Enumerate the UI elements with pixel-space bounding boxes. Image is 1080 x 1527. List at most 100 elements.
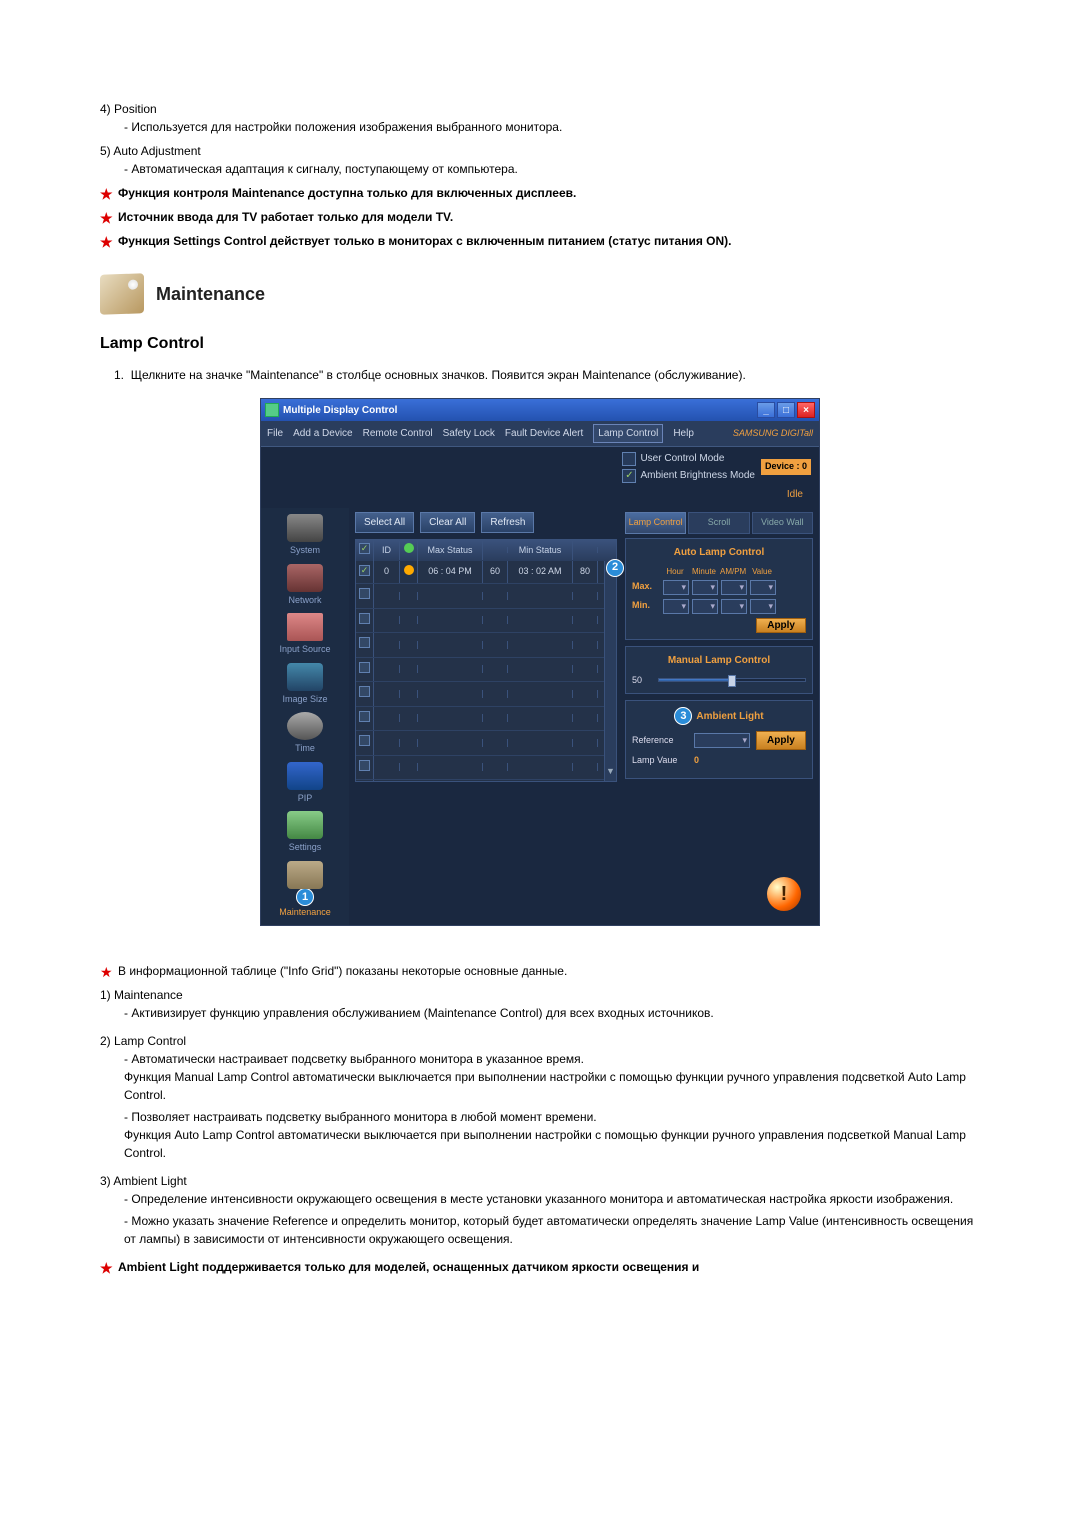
- ambient-apply-button[interactable]: Apply: [756, 731, 806, 750]
- item-sub: - Автоматическая адаптация к сигналу, по…: [100, 160, 980, 178]
- auto-lamp-apply-button[interactable]: Apply: [756, 618, 806, 633]
- item-number: 3): [100, 1174, 111, 1188]
- menu-add-device[interactable]: Add a Device: [293, 426, 352, 441]
- intro-list: 4) Position - Используется для настройки…: [100, 100, 980, 178]
- info-grid: ID Max Status Min Status 0 06 : 04 PM 60…: [355, 539, 617, 782]
- tab-lamp-control[interactable]: Lamp Control: [625, 512, 686, 534]
- sidebar-item-input-source[interactable]: Input Source: [269, 613, 341, 657]
- alert-icon: !: [767, 877, 801, 911]
- col-ampm: AM/PM: [720, 566, 746, 578]
- sidebar-item-time[interactable]: Time: [269, 712, 341, 756]
- row-checkbox[interactable]: [359, 613, 370, 624]
- row-checkbox[interactable]: [359, 686, 370, 697]
- sidebar-item-settings[interactable]: Settings: [269, 811, 341, 855]
- slider-thumb[interactable]: [728, 675, 736, 687]
- right-panel: Lamp Control Scroll Video Wall 2 Auto La…: [621, 508, 819, 925]
- menu-lamp-control[interactable]: Lamp Control: [593, 424, 663, 443]
- table-row[interactable]: [356, 609, 616, 634]
- lamp-slider[interactable]: [658, 678, 806, 682]
- header-checkbox[interactable]: [359, 543, 370, 554]
- table-row[interactable]: [356, 682, 616, 707]
- star-icon: ★: [100, 184, 113, 205]
- row-checkbox[interactable]: [359, 760, 370, 771]
- close-button[interactable]: ×: [797, 402, 815, 418]
- scrollbar[interactable]: [604, 561, 616, 781]
- list-item: 5) Auto Adjustment - Автоматическая адап…: [100, 142, 980, 178]
- row-checkbox[interactable]: [359, 637, 370, 648]
- refresh-button[interactable]: Refresh: [481, 512, 534, 533]
- row-checkbox[interactable]: [359, 735, 370, 746]
- grid-body: 0 06 : 04 PM 60 03 : 02 AM 80: [356, 561, 616, 781]
- list-item: 3) Ambient Light - Определение интенсивн…: [100, 1172, 980, 1248]
- row-checkbox[interactable]: [359, 662, 370, 673]
- tab-video-wall[interactable]: Video Wall: [752, 512, 813, 534]
- menu-remote-control[interactable]: Remote Control: [363, 426, 433, 441]
- table-row[interactable]: [356, 658, 616, 683]
- maintenance-icon: [100, 273, 144, 315]
- lamp-value-label: Lamp Vaue: [632, 754, 688, 768]
- sidebar-item-image-size[interactable]: Image Size: [269, 663, 341, 707]
- clear-all-button[interactable]: Clear All: [420, 512, 475, 533]
- app-window: Multiple Display Control _ □ × File Add …: [260, 398, 820, 926]
- callout-3-badge: 3: [674, 707, 692, 725]
- system-icon: [287, 514, 323, 542]
- table-row[interactable]: [356, 780, 616, 781]
- col-value: Value: [749, 566, 775, 578]
- app-icon: [265, 403, 279, 417]
- min-ampm-select[interactable]: [721, 599, 747, 614]
- menu-file[interactable]: File: [267, 426, 283, 441]
- item-sub: - Используется для настройки положения и…: [100, 118, 980, 136]
- note-text: Функция контроля Maintenance доступна то…: [118, 186, 576, 200]
- min-hour-select[interactable]: [663, 599, 689, 614]
- tab-scroll[interactable]: Scroll: [688, 512, 749, 534]
- item-sub: - Определение интенсивности окружающего …: [100, 1190, 980, 1208]
- note-row: ★ Функция Settings Control действует тол…: [100, 232, 980, 250]
- manual-lamp-section: Manual Lamp Control 50: [625, 646, 813, 695]
- row-checkbox[interactable]: [359, 711, 370, 722]
- reference-select[interactable]: [694, 733, 750, 748]
- max-minute-select[interactable]: [692, 580, 718, 595]
- sidebar: System Network Input Source Image Size T…: [261, 508, 349, 925]
- sidebar-item-system[interactable]: System: [269, 514, 341, 558]
- item-sub: - Позволяет настраивать подсветку выбран…: [100, 1108, 980, 1162]
- maintenance-icon: [287, 861, 323, 889]
- ambient-mode-checkbox[interactable]: ✓: [622, 469, 636, 483]
- menu-fault-alert[interactable]: Fault Device Alert: [505, 426, 583, 441]
- input-source-icon: [287, 613, 323, 641]
- sidebar-label: Input Source: [279, 644, 330, 654]
- menu-help[interactable]: Help: [673, 426, 694, 441]
- idle-label: Idle: [787, 487, 803, 502]
- sidebar-label: Image Size: [282, 694, 327, 704]
- auto-lamp-section: 2 Auto Lamp Control Hour Minute AM/PM Va…: [625, 538, 813, 640]
- status-dot-icon: [404, 543, 414, 553]
- item-label: Lamp Control: [114, 1034, 186, 1048]
- sidebar-item-network[interactable]: Network: [269, 564, 341, 608]
- min-value-select[interactable]: [750, 599, 776, 614]
- min-minute-select[interactable]: [692, 599, 718, 614]
- item-number: 1): [100, 988, 111, 1002]
- cell-id: 0: [374, 561, 400, 583]
- menu-safety-lock[interactable]: Safety Lock: [443, 426, 495, 441]
- max-hour-select[interactable]: [663, 580, 689, 595]
- sidebar-label: Settings: [289, 842, 322, 852]
- sidebar-item-pip[interactable]: PIP: [269, 762, 341, 806]
- table-row[interactable]: [356, 633, 616, 658]
- table-row[interactable]: [356, 584, 616, 609]
- settings-icon: [287, 811, 323, 839]
- cell-min: 03 : 02 AM: [508, 561, 573, 583]
- maximize-button[interactable]: □: [777, 402, 795, 418]
- user-mode-checkbox[interactable]: [622, 452, 636, 466]
- network-icon: [287, 564, 323, 592]
- row-checkbox[interactable]: [359, 588, 370, 599]
- row-checkbox[interactable]: [359, 565, 370, 576]
- max-value-select[interactable]: [750, 580, 776, 595]
- table-row[interactable]: [356, 707, 616, 732]
- table-row[interactable]: [356, 731, 616, 756]
- table-row[interactable]: 0 06 : 04 PM 60 03 : 02 AM 80: [356, 561, 616, 585]
- max-ampm-select[interactable]: [721, 580, 747, 595]
- cell-minv: 80: [573, 561, 598, 583]
- sidebar-item-maintenance[interactable]: 1 Maintenance: [269, 861, 341, 920]
- select-all-button[interactable]: Select All: [355, 512, 414, 533]
- table-row[interactable]: [356, 756, 616, 781]
- minimize-button[interactable]: _: [757, 402, 775, 418]
